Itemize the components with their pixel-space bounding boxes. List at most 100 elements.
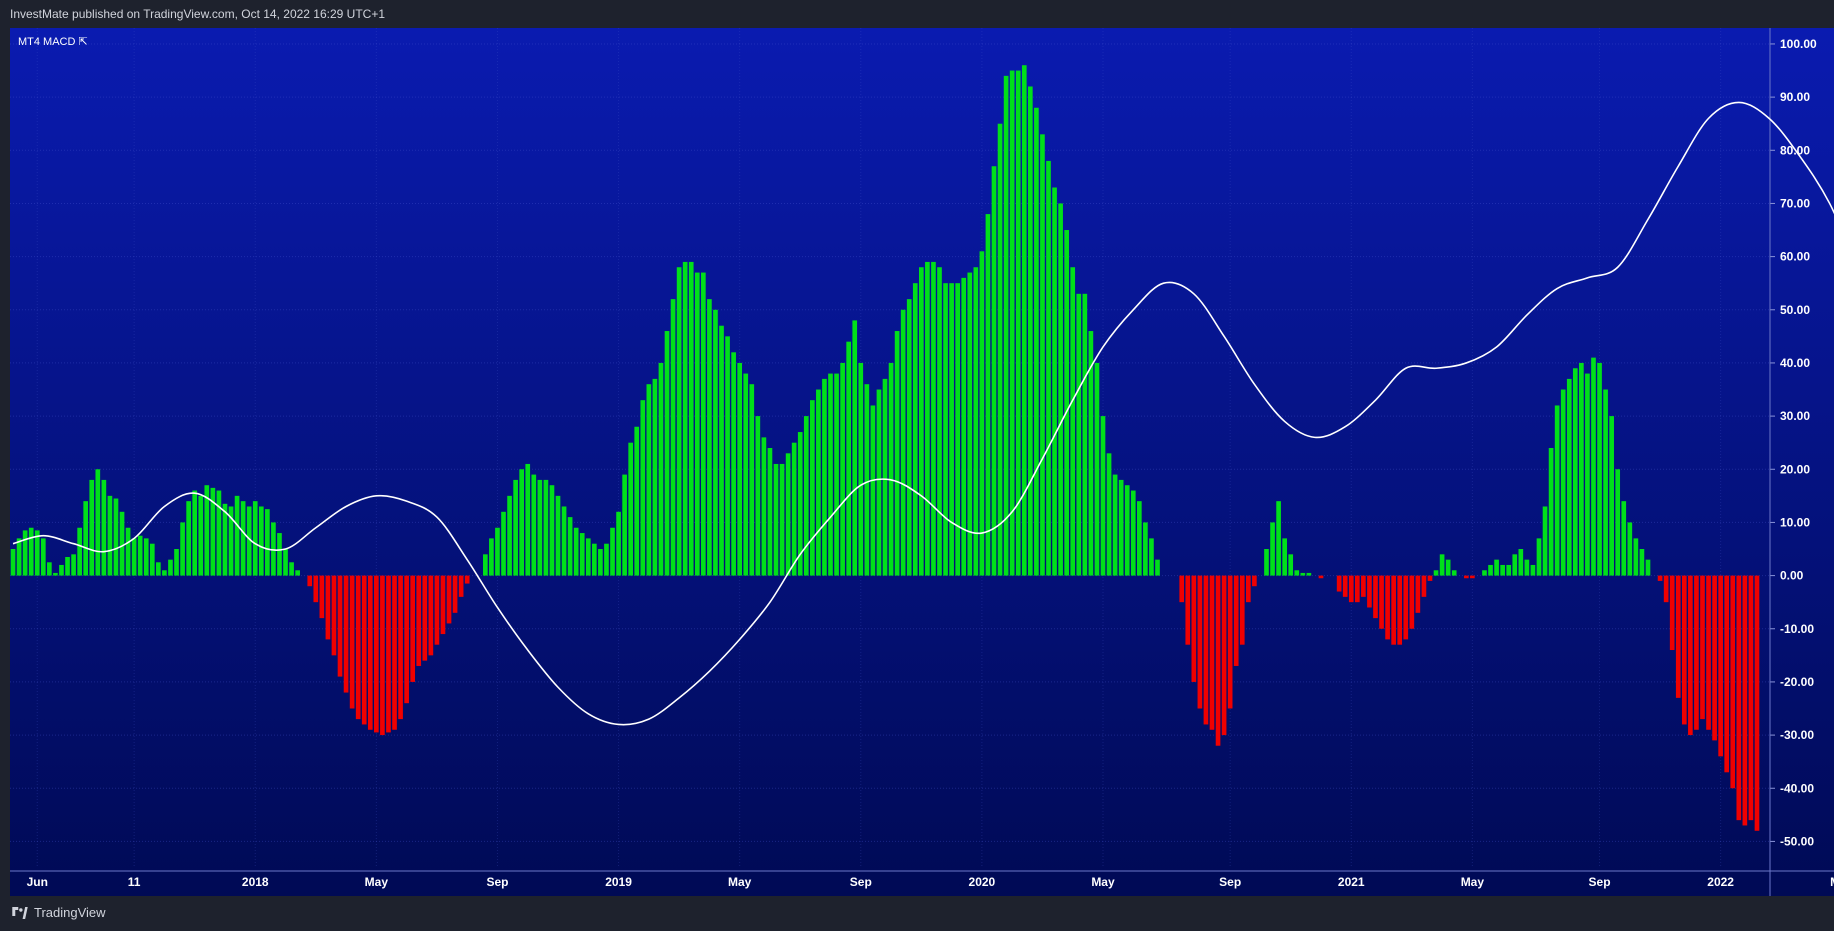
macd-bar — [361, 575, 367, 725]
macd-bar — [803, 416, 809, 576]
macd-bar — [1603, 389, 1608, 576]
collapse-arrow-icon[interactable]: ⇱ — [79, 36, 88, 48]
macd-bar — [585, 538, 591, 576]
macd-bar — [991, 166, 997, 576]
macd-bar — [816, 389, 821, 576]
macd-bar — [47, 562, 52, 576]
macd-bar — [1137, 501, 1142, 576]
macd-bar — [168, 559, 173, 576]
macd-bar — [652, 378, 658, 576]
macd-bar — [149, 543, 155, 576]
x-tick-label: Sep — [850, 875, 872, 889]
macd-bar — [501, 511, 506, 576]
x-tick-label: Sep — [1219, 875, 1241, 889]
macd-bar — [761, 437, 767, 576]
macd-bar — [616, 511, 621, 576]
y-tick-label: 60.00 — [1780, 250, 1810, 264]
macd-bar — [549, 485, 555, 576]
macd-bar — [852, 320, 858, 576]
macd-bar — [1276, 501, 1281, 576]
macd-bar — [283, 549, 288, 576]
macd-bar — [325, 575, 331, 640]
macd-bar — [882, 378, 888, 576]
macd-bar — [22, 530, 28, 576]
macd-bar — [1621, 501, 1627, 576]
macd-bar — [1348, 575, 1354, 603]
macd-bar — [1669, 575, 1675, 651]
macd-bar — [864, 384, 870, 576]
macd-bar — [531, 474, 537, 576]
macd-bar — [1245, 575, 1251, 603]
macd-bar — [1385, 575, 1390, 640]
macd-bar — [198, 495, 204, 576]
macd-bar — [1530, 564, 1536, 576]
macd-bar — [1034, 107, 1039, 576]
y-tick-label: -20.00 — [1780, 675, 1814, 689]
macd-bar — [834, 373, 839, 576]
macd-bar — [1239, 575, 1245, 645]
macd-bar — [1124, 485, 1130, 576]
macd-bar — [919, 267, 924, 576]
macd-bar — [1354, 575, 1360, 603]
macd-bar — [1288, 554, 1294, 576]
y-tick-label: 20.00 — [1780, 462, 1810, 476]
macd-bar — [1009, 70, 1015, 576]
macd-bar — [1597, 362, 1602, 576]
macd-bar — [1748, 575, 1754, 821]
x-tick-label: May — [1461, 875, 1485, 889]
macd-bar — [234, 495, 240, 576]
x-tick-label: May — [728, 875, 752, 889]
macd-bar — [513, 479, 518, 576]
x-tick-label: May — [365, 875, 389, 889]
macd-bar — [767, 448, 773, 576]
macd-bar — [1542, 506, 1548, 576]
macd-bar — [313, 575, 319, 603]
macd-bar — [719, 325, 724, 576]
macd-bar — [1585, 373, 1590, 576]
macd-bar — [240, 501, 246, 576]
macd-bar — [634, 426, 640, 576]
macd-bar — [1706, 575, 1711, 730]
macd-bar — [1252, 575, 1257, 587]
macd-bar — [319, 575, 325, 619]
macd-bar — [1627, 522, 1633, 576]
y-tick-label: 100.00 — [1780, 37, 1817, 51]
macd-bar — [1203, 575, 1209, 725]
macd-bar — [28, 527, 34, 576]
y-tick-label: 90.00 — [1780, 90, 1810, 104]
macd-bar — [973, 267, 979, 576]
macd-bar — [1040, 134, 1045, 576]
macd-bar — [537, 479, 543, 576]
macd-bar — [592, 543, 597, 576]
tradingview-logo-icon — [12, 906, 28, 919]
x-tick-label: May — [1830, 875, 1834, 889]
macd-bar — [955, 283, 960, 576]
macd-bar — [979, 251, 985, 576]
macd-bar — [543, 479, 549, 576]
macd-bar — [1463, 575, 1469, 579]
macd-bar — [1227, 575, 1233, 709]
macd-bar — [258, 506, 264, 576]
macd-bar — [846, 341, 851, 576]
macd-bar — [53, 572, 58, 576]
macd-bar — [343, 575, 349, 693]
macd-bar — [1282, 538, 1287, 576]
chart-area[interactable]: 100.00 90.00 80.00 70.00 60.00 50.00 40.00 30.0… — [10, 28, 1834, 896]
published-info: InvestMate published on TradingView.com,… — [10, 7, 385, 21]
macd-bar — [271, 522, 276, 576]
macd-bar — [737, 362, 742, 576]
macd-bar — [1427, 575, 1433, 581]
macd-bar — [858, 362, 864, 576]
macd-bar — [192, 490, 198, 576]
tradingview-brand[interactable]: TradingView — [10, 905, 106, 920]
macd-chart[interactable]: 100.0090.0080.0070.0060.0050.0040.0030.0… — [10, 28, 1834, 896]
macd-bar — [701, 272, 706, 576]
macd-bar — [555, 495, 561, 576]
macd-bar — [137, 535, 143, 576]
macd-bar — [101, 479, 107, 576]
macd-bar — [610, 527, 615, 576]
macd-bar — [749, 384, 755, 576]
macd-bar — [1197, 575, 1203, 709]
indicator-legend[interactable]: MT4 MACD ⇱ — [18, 35, 88, 48]
macd-bar — [180, 522, 185, 576]
